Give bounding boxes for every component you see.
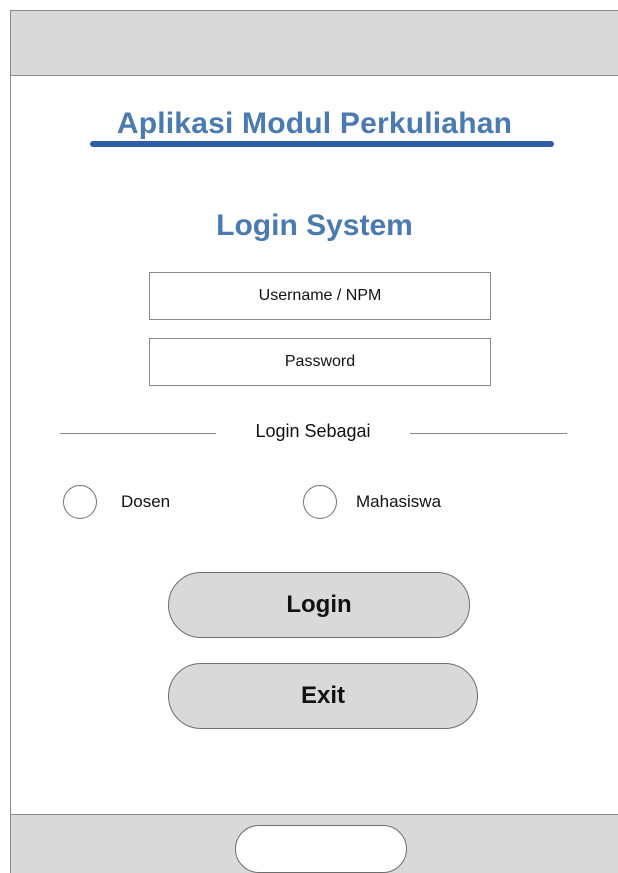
login-button[interactable]: Login	[168, 572, 470, 638]
app-title: Aplikasi Modul Perkuliahan	[116, 107, 513, 140]
title-underline	[90, 141, 554, 147]
home-button[interactable]	[235, 825, 407, 873]
navigation-bar	[11, 814, 618, 873]
phone-frame: Aplikasi Modul Perkuliahan Login System …	[10, 10, 618, 873]
role-section-label: Login Sebagai	[255, 421, 371, 441]
password-field[interactable]	[149, 338, 491, 386]
exit-button[interactable]: Exit	[168, 663, 478, 729]
divider-left	[60, 433, 216, 434]
username-input[interactable]	[150, 286, 490, 306]
login-heading: Login System	[216, 209, 413, 242]
divider-right	[410, 433, 567, 434]
radio-label-mahasiswa: Mahasiswa	[356, 492, 442, 511]
radio-dosen[interactable]	[63, 485, 97, 519]
password-input[interactable]	[150, 352, 490, 372]
radio-mahasiswa[interactable]	[303, 485, 337, 519]
status-bar	[11, 11, 618, 76]
username-field[interactable]	[149, 272, 491, 320]
radio-label-dosen: Dosen	[121, 492, 171, 511]
